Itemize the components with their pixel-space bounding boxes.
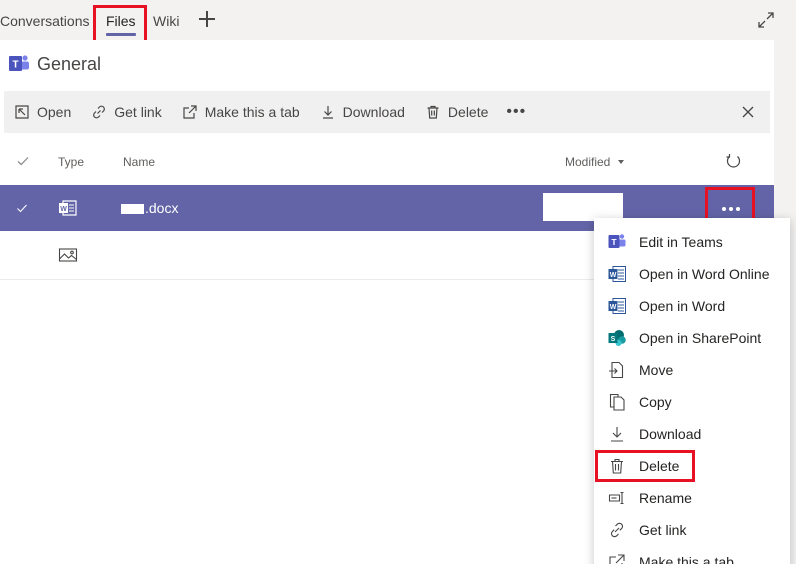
menu-item-make-this-a-tab[interactable]: Make this a tab bbox=[594, 546, 790, 564]
menu-item-open-in-word-online[interactable]: W Open in Word Online bbox=[594, 258, 790, 290]
tab-bar: Conversations Files Wiki bbox=[0, 0, 796, 40]
channel-header: T General bbox=[8, 52, 101, 76]
svg-text:W: W bbox=[60, 206, 67, 213]
command-bar: Open Get link Make this a tab Download D… bbox=[4, 91, 770, 133]
menu-item-label: Open in Word bbox=[639, 298, 726, 314]
expand-icon[interactable] bbox=[757, 11, 775, 29]
teams-logo-icon: T bbox=[9, 55, 29, 71]
word-icon: W bbox=[608, 266, 626, 282]
svg-text:W: W bbox=[610, 272, 617, 279]
more-commands-button[interactable]: ••• bbox=[506, 103, 526, 121]
teams-icon: T bbox=[608, 234, 626, 248]
image-file-icon bbox=[58, 248, 78, 262]
menu-item-label: Delete bbox=[639, 458, 680, 474]
tab-wiki[interactable]: Wiki bbox=[153, 13, 179, 29]
svg-text:T: T bbox=[12, 60, 18, 71]
get-link-button[interactable]: Get link bbox=[91, 104, 162, 120]
menu-item-label: Make this a tab bbox=[639, 554, 734, 564]
menu-item-get-link[interactable]: Get link bbox=[594, 514, 790, 546]
make-tab-icon bbox=[183, 105, 197, 119]
svg-text:W: W bbox=[610, 304, 617, 311]
menu-item-label: Download bbox=[639, 426, 702, 442]
context-menu: T Edit in Teams W Open in Word Online W … bbox=[594, 218, 790, 564]
menu-item-open-in-sharepoint[interactable]: S Open in SharePoint bbox=[594, 322, 790, 354]
column-type[interactable]: Type bbox=[58, 155, 84, 169]
menu-item-label: Copy bbox=[639, 394, 672, 410]
redacted-name-block bbox=[121, 204, 144, 214]
file-name[interactable]: .docx bbox=[121, 200, 178, 216]
make-tab-button[interactable]: Make this a tab bbox=[182, 104, 300, 120]
make-tab-icon bbox=[609, 554, 625, 564]
svg-text:T: T bbox=[611, 237, 617, 247]
refresh-icon[interactable] bbox=[725, 153, 742, 170]
menu-item-label: Edit in Teams bbox=[639, 234, 723, 250]
close-icon[interactable] bbox=[740, 104, 756, 120]
menu-item-label: Get link bbox=[639, 522, 687, 538]
channel-name: General bbox=[37, 53, 102, 74]
menu-item-move[interactable]: Move bbox=[594, 354, 790, 386]
menu-item-rename[interactable]: Rename bbox=[594, 482, 790, 514]
select-all-check-icon[interactable] bbox=[16, 154, 30, 168]
download-button[interactable]: Download bbox=[320, 104, 405, 120]
download-label: Download bbox=[342, 104, 405, 120]
column-name[interactable]: Name bbox=[123, 155, 155, 169]
sharepoint-icon: S bbox=[608, 330, 626, 346]
menu-item-label: Open in Word Online bbox=[639, 266, 770, 282]
menu-item-delete[interactable]: Delete bbox=[594, 450, 790, 482]
word-file-icon: W bbox=[59, 200, 77, 216]
delete-label: Delete bbox=[447, 104, 489, 120]
link-icon bbox=[93, 105, 106, 119]
tab-files-label: Files bbox=[106, 13, 136, 29]
file-name-text: .docx bbox=[145, 200, 179, 216]
move-icon bbox=[609, 361, 624, 379]
delete-button[interactable]: Delete bbox=[425, 104, 488, 120]
menu-item-download[interactable]: Download bbox=[594, 418, 790, 450]
redacted-modified-block bbox=[543, 193, 623, 221]
get-link-label: Get link bbox=[114, 104, 162, 120]
make-tab-label: Make this a tab bbox=[204, 104, 300, 120]
menu-item-edit-in-teams[interactable]: T Edit in Teams bbox=[594, 226, 790, 258]
add-tab-icon[interactable] bbox=[198, 10, 216, 28]
menu-item-open-in-word[interactable]: W Open in Word bbox=[594, 290, 790, 322]
copy-icon bbox=[609, 393, 625, 411]
menu-item-label: Open in SharePoint bbox=[639, 330, 762, 346]
menu-item-label: Move bbox=[639, 362, 674, 378]
tab-files[interactable]: Files bbox=[106, 13, 136, 36]
download-icon bbox=[611, 427, 623, 442]
active-tab-underline bbox=[106, 33, 136, 36]
word-icon: W bbox=[608, 298, 626, 314]
link-icon bbox=[610, 522, 624, 538]
table-header: Type Name Modified bbox=[0, 144, 774, 180]
trash-icon bbox=[427, 105, 439, 119]
open-icon bbox=[15, 105, 29, 119]
sort-arrow-icon bbox=[618, 160, 624, 164]
tab-conversations[interactable]: Conversations bbox=[0, 13, 90, 29]
menu-item-copy[interactable]: Copy bbox=[594, 386, 790, 418]
column-modified[interactable]: Modified bbox=[565, 155, 610, 169]
rename-icon bbox=[608, 491, 624, 505]
row-check-icon[interactable] bbox=[16, 202, 28, 214]
menu-item-label: Rename bbox=[639, 490, 692, 506]
svg-text:S: S bbox=[611, 336, 616, 343]
download-icon bbox=[322, 106, 333, 119]
open-button[interactable]: Open bbox=[14, 104, 71, 120]
trash-icon bbox=[611, 458, 623, 474]
open-label: Open bbox=[37, 104, 72, 120]
